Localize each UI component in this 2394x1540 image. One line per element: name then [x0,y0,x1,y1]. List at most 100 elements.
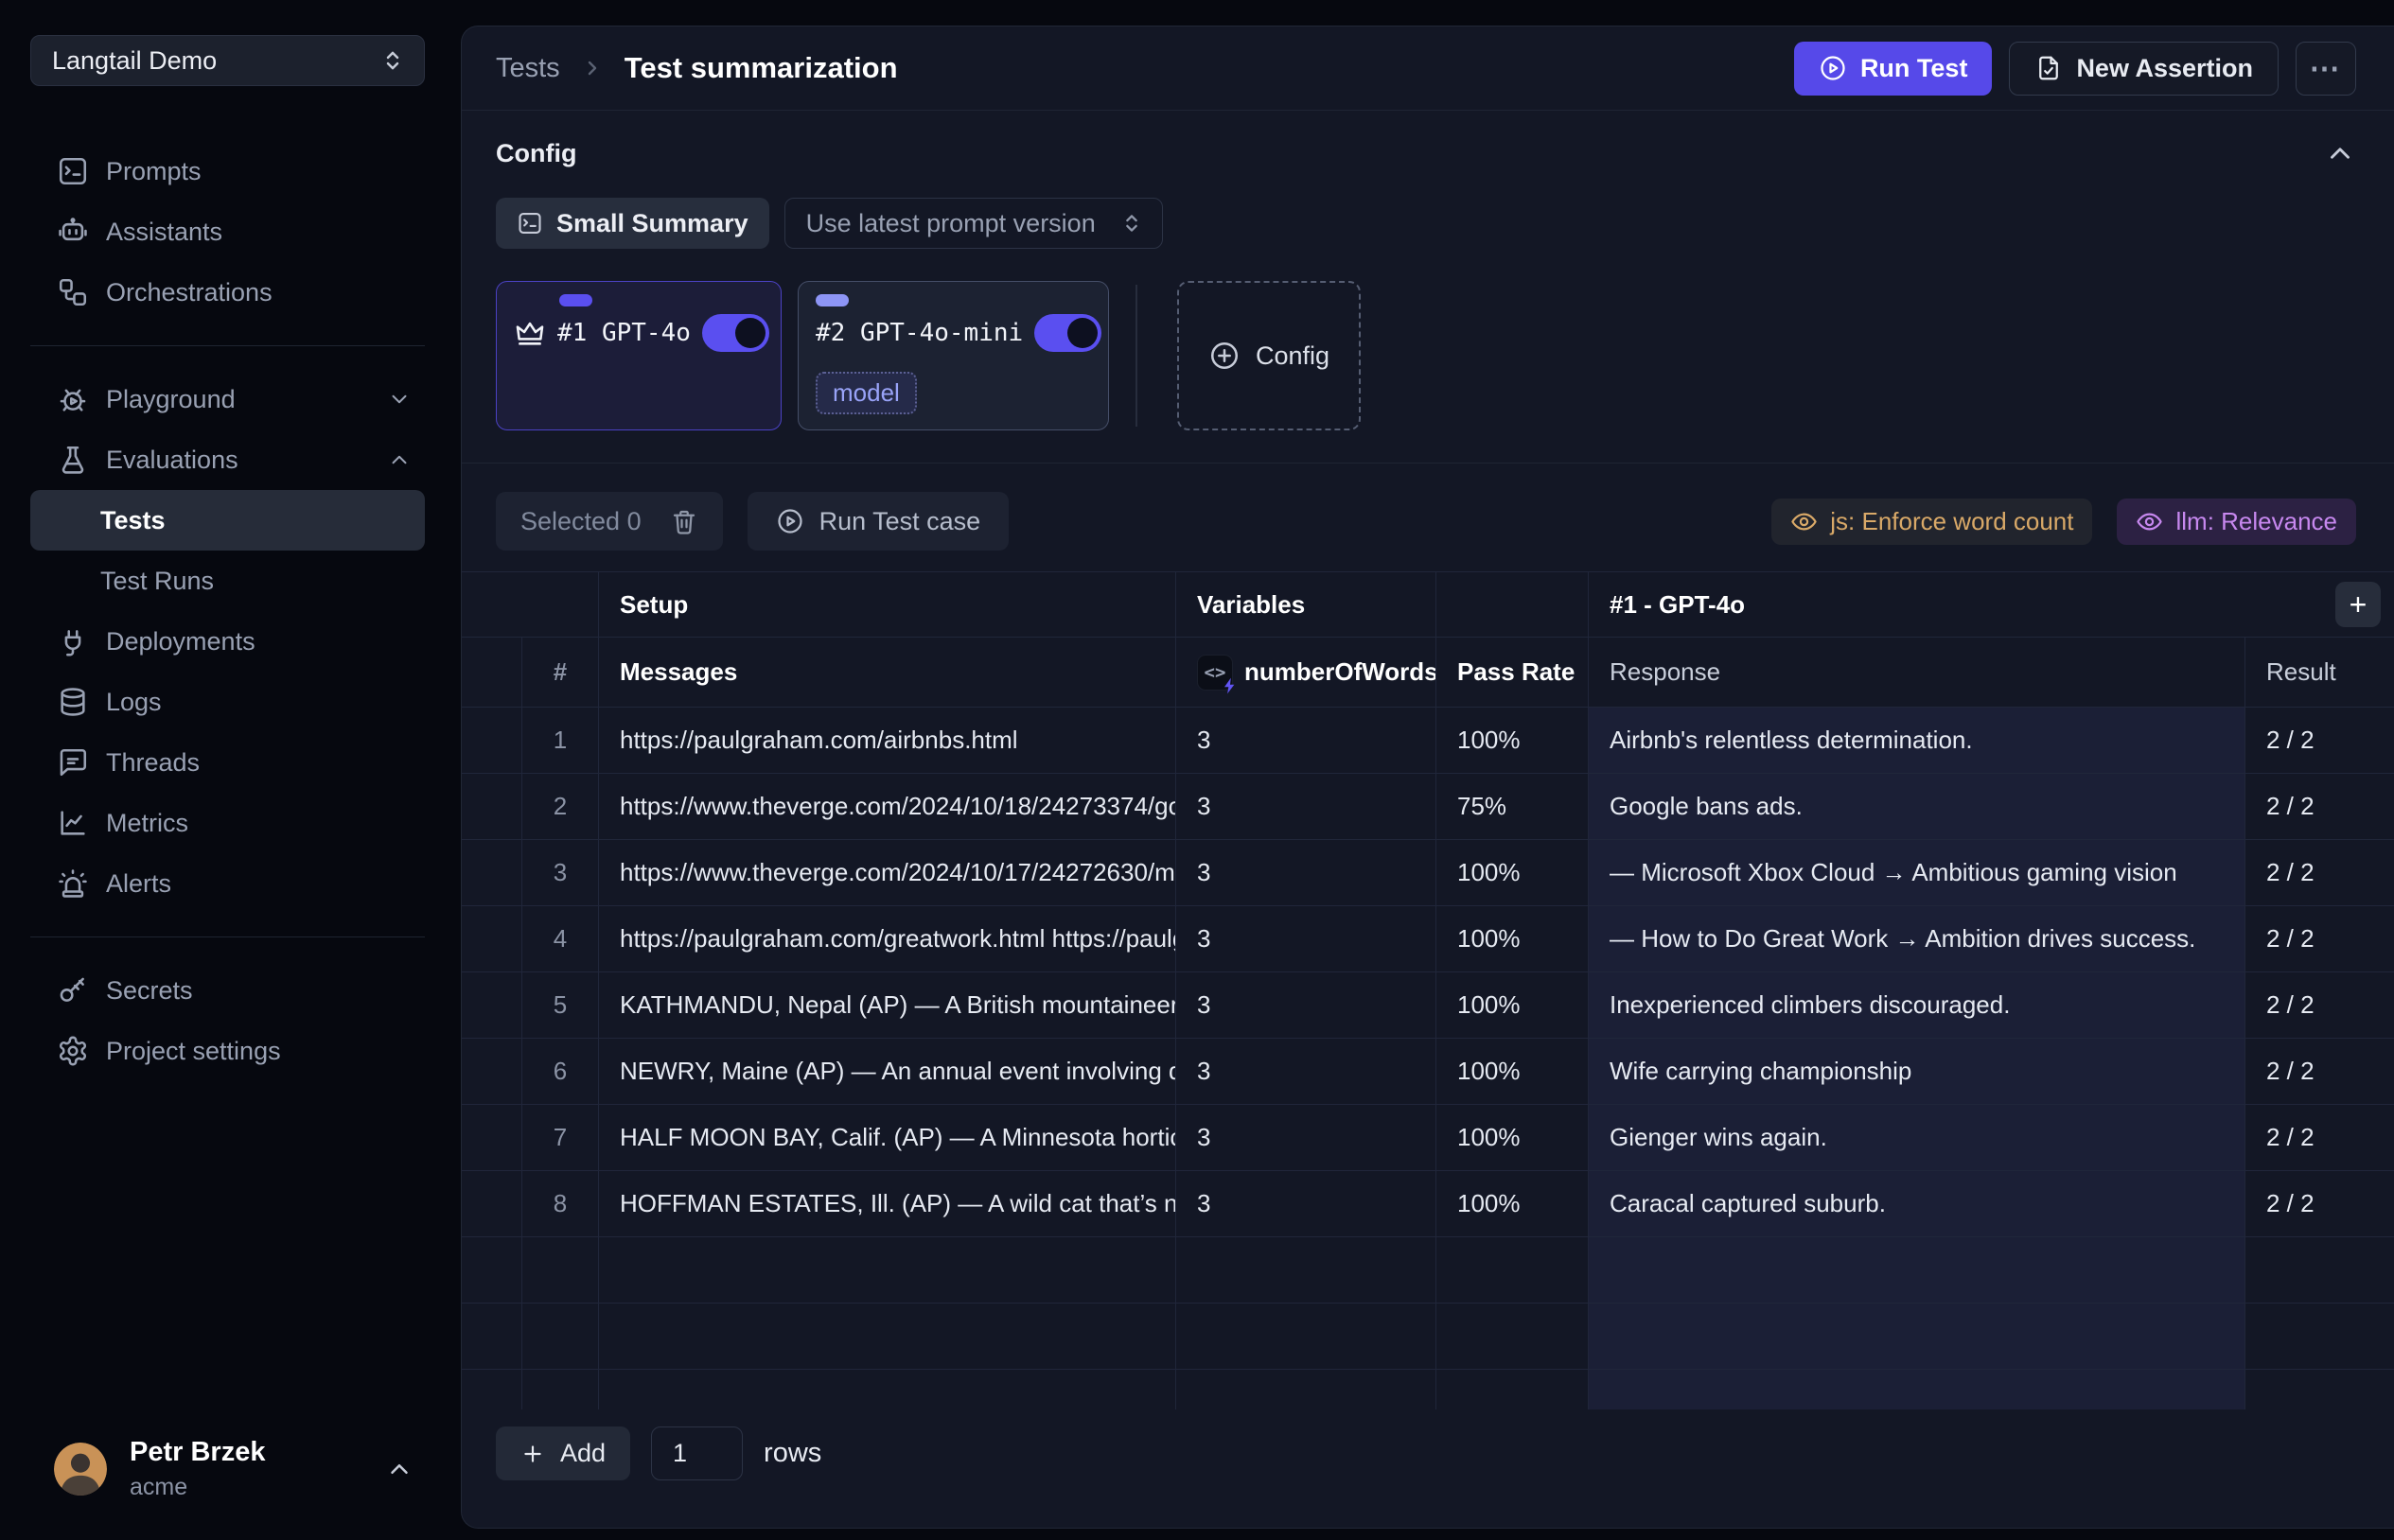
prompt-version-select[interactable]: Use latest prompt version [784,198,1163,249]
row-index: 4 [522,906,599,972]
response-cell[interactable]: Airbnb's relentless determination. [1589,708,2245,774]
message-cell[interactable]: https://www.theverge.com/2024/10/17/2427… [599,840,1176,906]
variable-cell[interactable]: 3 [1176,906,1436,972]
variable-cell[interactable]: 3 [1176,840,1436,906]
metrics-icon [57,807,89,839]
sidebar-item-project-settings[interactable]: Project settings [30,1021,425,1081]
response-cell[interactable]: Caracal captured suburb. [1589,1171,2245,1237]
variable-cell[interactable]: 3 [1176,1039,1436,1105]
message-cell[interactable]: HALF MOON BAY, Calif. (AP) — A Minnesota… [599,1105,1176,1171]
more-options-button[interactable]: ⋯ [2296,42,2356,96]
result-cell[interactable]: 2 / 2 [2245,1039,2394,1105]
message-cell[interactable]: https://paulgraham.com/greatwork.html ht… [599,906,1176,972]
add-row-button[interactable]: Add [496,1426,630,1480]
response-cell[interactable]: — Microsoft Xbox Cloud → Ambitious gamin… [1589,840,2245,906]
user-meta: Petr Brzek acme [130,1437,265,1501]
response-cell[interactable]: Inexperienced climbers discouraged. [1589,972,2245,1039]
sidebar-item-threads[interactable]: Threads [30,732,425,793]
sidebar-item-deployments[interactable]: Deployments [30,611,425,672]
row-select-cell[interactable] [462,1039,522,1105]
result-cell[interactable]: 2 / 2 [2245,1171,2394,1237]
result-cell[interactable]: 2 / 2 [2245,708,2394,774]
sidebar-item-label: Orchestrations [106,278,273,307]
test-table: Setup Variables #1 - GPT-4o + # Messages… [462,571,2394,1409]
message-cell[interactable]: KATHMANDU, Nepal (AP) — A British mounta… [599,972,1176,1039]
empty-select-cell [462,1237,522,1304]
group-header-spacer [462,571,599,638]
run-test-case-button[interactable]: Run Test case [748,492,1010,551]
response-cell[interactable]: — How to Do Great Work → Ambition drives… [1589,906,2245,972]
user-name: Petr Brzek [130,1437,265,1468]
model-column-title: #1 - GPT-4o [1610,590,1745,620]
empty-pass-rate-cell [1436,1304,1589,1370]
model-card-gpt-4o-mini[interactable]: #2 GPT-4o-mini model [798,281,1109,430]
row-select-cell[interactable] [462,1105,522,1171]
row-select-cell[interactable] [462,774,522,840]
result-cell[interactable]: 2 / 2 [2245,840,2394,906]
new-assertion-button[interactable]: New Assertion [2009,42,2279,96]
variable-cell[interactable]: 3 [1176,1105,1436,1171]
file-check-icon [2034,54,2063,82]
sidebar-item-test-runs[interactable]: Test Runs [30,551,425,611]
variable-cell[interactable]: 3 [1176,972,1436,1039]
message-cell[interactable]: https://www.theverge.com/2024/10/18/2427… [599,774,1176,840]
response-cell[interactable]: Wife carrying championship [1589,1039,2245,1105]
sidebar-item-tests[interactable]: Tests [30,490,425,551]
row-select-cell[interactable] [462,972,522,1039]
config-collapse-icon[interactable] [2324,137,2356,169]
variable-cell[interactable]: 3 [1176,708,1436,774]
sidebar-item-orchestrations[interactable]: Orchestrations [30,262,425,323]
result-cell[interactable]: 2 / 2 [2245,1105,2394,1171]
result-cell[interactable]: 2 / 2 [2245,972,2394,1039]
sidebar-item-metrics[interactable]: Metrics [30,793,425,853]
empty-variable-cell [1176,1237,1436,1304]
sidebar-item-secrets[interactable]: Secrets [30,960,425,1021]
sidebar-item-evaluations[interactable]: Evaluations [30,429,425,490]
sidebar-item-logs[interactable]: Logs [30,672,425,732]
message-cell[interactable]: https://paulgraham.com/airbnbs.html [599,708,1176,774]
response-cell[interactable]: Gienger wins again. [1589,1105,2245,1171]
model-rank-pill [559,294,592,306]
user-org: acme [130,1474,265,1501]
message-cell[interactable]: NEWRY, Maine (AP) — An annual event invo… [599,1039,1176,1105]
config-section: Config Small Summary Use latest prompt v… [462,111,2394,464]
header-messages: Messages [599,638,1176,708]
group-header-model: #1 - GPT-4o + [1589,571,2394,638]
header-pass-rate: Pass Rate [1436,638,1589,708]
workspace-name: Langtail Demo [52,46,217,76]
workspace-selector[interactable]: Langtail Demo [30,35,425,86]
add-model-column-button[interactable]: + [2335,582,2381,627]
chevron-updown-icon [1118,210,1145,236]
sidebar-item-label: Prompts [106,157,202,186]
variable-cell[interactable]: 3 [1176,1171,1436,1237]
add-config-button[interactable]: Config [1177,281,1361,430]
response-cell[interactable]: Google bans ads. [1589,774,2245,840]
result-cell[interactable]: 2 / 2 [2245,774,2394,840]
prompt-chip[interactable]: Small Summary [496,198,769,249]
sidebar-item-alerts[interactable]: Alerts [30,853,425,914]
assertion-badge-js[interactable]: js: Enforce word count [1771,499,2092,545]
row-select-cell[interactable] [462,840,522,906]
row-index: 1 [522,708,599,774]
rows-count-input[interactable] [651,1426,743,1480]
user-menu[interactable]: Petr Brzek acme [0,1423,455,1540]
sidebar-item-assistants[interactable]: Assistants [30,201,425,262]
variable-cell[interactable]: 3 [1176,774,1436,840]
row-select-cell[interactable] [462,906,522,972]
model-toggle[interactable] [702,314,769,352]
terminal-icon [517,210,543,236]
result-cell[interactable]: 2 / 2 [2245,906,2394,972]
model-card-gpt-4o[interactable]: #1 GPT-4o [496,281,782,430]
breadcrumb-tests[interactable]: Tests [496,53,560,84]
trash-icon[interactable] [670,507,698,535]
assertion-badge-llm[interactable]: llm: Relevance [2117,499,2356,545]
row-select-cell[interactable] [462,1171,522,1237]
run-test-button[interactable]: Run Test [1794,42,1993,96]
model-toggle[interactable] [1034,314,1101,352]
row-index: 3 [522,840,599,906]
sidebar-item-playground[interactable]: Playground [30,369,425,429]
row-select-cell[interactable] [462,708,522,774]
chevron-right-icon [581,57,604,79]
sidebar-item-prompts[interactable]: Prompts [30,141,425,201]
message-cell[interactable]: HOFFMAN ESTATES, Ill. (AP) — A wild cat … [599,1171,1176,1237]
